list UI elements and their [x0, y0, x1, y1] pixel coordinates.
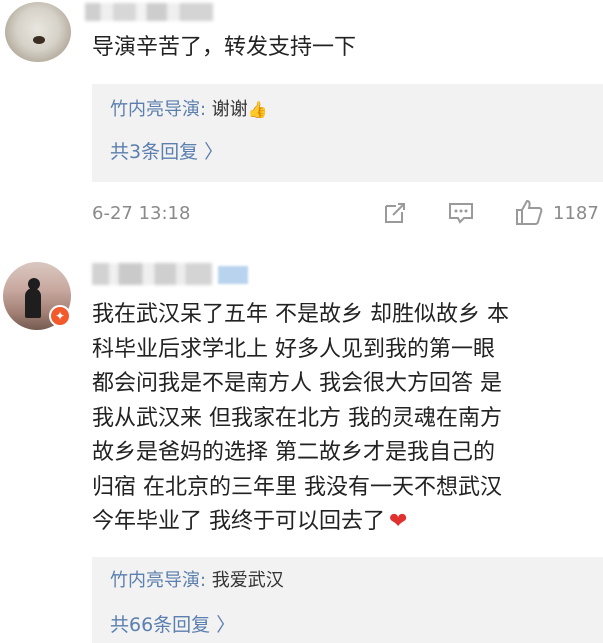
- user-badge-blurred: [218, 266, 248, 284]
- comment-icon[interactable]: [448, 201, 474, 225]
- reply-preview: 竹内亮导演: 谢谢👍: [110, 98, 268, 122]
- reply-text: 谢谢: [206, 99, 248, 120]
- comment-text: 导演辛苦了，转发支持一下: [92, 35, 357, 60]
- thumbs-up-emoji: 👍: [247, 100, 268, 119]
- heart-emoji: ❤: [389, 509, 408, 534]
- reply-author[interactable]: 竹内亮导演:: [110, 99, 206, 120]
- share-icon[interactable]: [382, 200, 408, 226]
- reply-preview-box[interactable]: 竹内亮导演: 我爱武汉 共66条回复 〉: [92, 557, 603, 643]
- comment-line-text: 今年毕业了 我终于可以回去了: [92, 509, 385, 534]
- comment-text: 我在武汉呆了五年 不是故乡 却胜似故乡 本 科毕业后求学北上 好多人见到我的第一…: [92, 298, 602, 540]
- thumbs-up-icon[interactable]: [514, 198, 544, 226]
- view-more-replies-link[interactable]: 共66条回复 〉: [110, 613, 235, 637]
- verified-badge-icon: ✦: [49, 305, 71, 327]
- reply-preview: 竹内亮导演: 我爱武汉: [110, 569, 284, 593]
- like-count: 1187: [553, 203, 599, 224]
- comment-line: 我从武汉来 但我家在北方 我的灵魂在南方: [92, 405, 502, 431]
- comment-line: 科毕业后求学北上 好多人见到我的第一眼: [92, 336, 495, 362]
- comment-line: 故乡是爸妈的选择 第二故乡才是我自己的: [92, 440, 495, 465]
- username-blurred[interactable]: [92, 263, 212, 285]
- comment-line: 归宿 在北京的三年里 我没有一天不想武汉: [92, 474, 502, 500]
- timestamp: 6-27 13:18: [92, 203, 191, 224]
- view-more-replies-link[interactable]: 共3条回复 〉: [110, 140, 223, 164]
- reply-author[interactable]: 竹内亮导演:: [110, 570, 206, 591]
- avatar[interactable]: [5, 2, 71, 62]
- username-blurred[interactable]: [85, 3, 213, 21]
- comment-line: 我在武汉呆了五年 不是故乡 却胜似故乡 本: [92, 302, 509, 327]
- reply-text: 我爱武汉: [206, 570, 284, 591]
- comment-line: 今年毕业了 我终于可以回去了 ❤: [92, 505, 602, 540]
- reply-preview-box[interactable]: 竹内亮导演: 谢谢👍 共3条回复 〉: [92, 84, 603, 182]
- comment-line: 都会问我是不是南方人 我会很大方回答 是: [92, 371, 502, 396]
